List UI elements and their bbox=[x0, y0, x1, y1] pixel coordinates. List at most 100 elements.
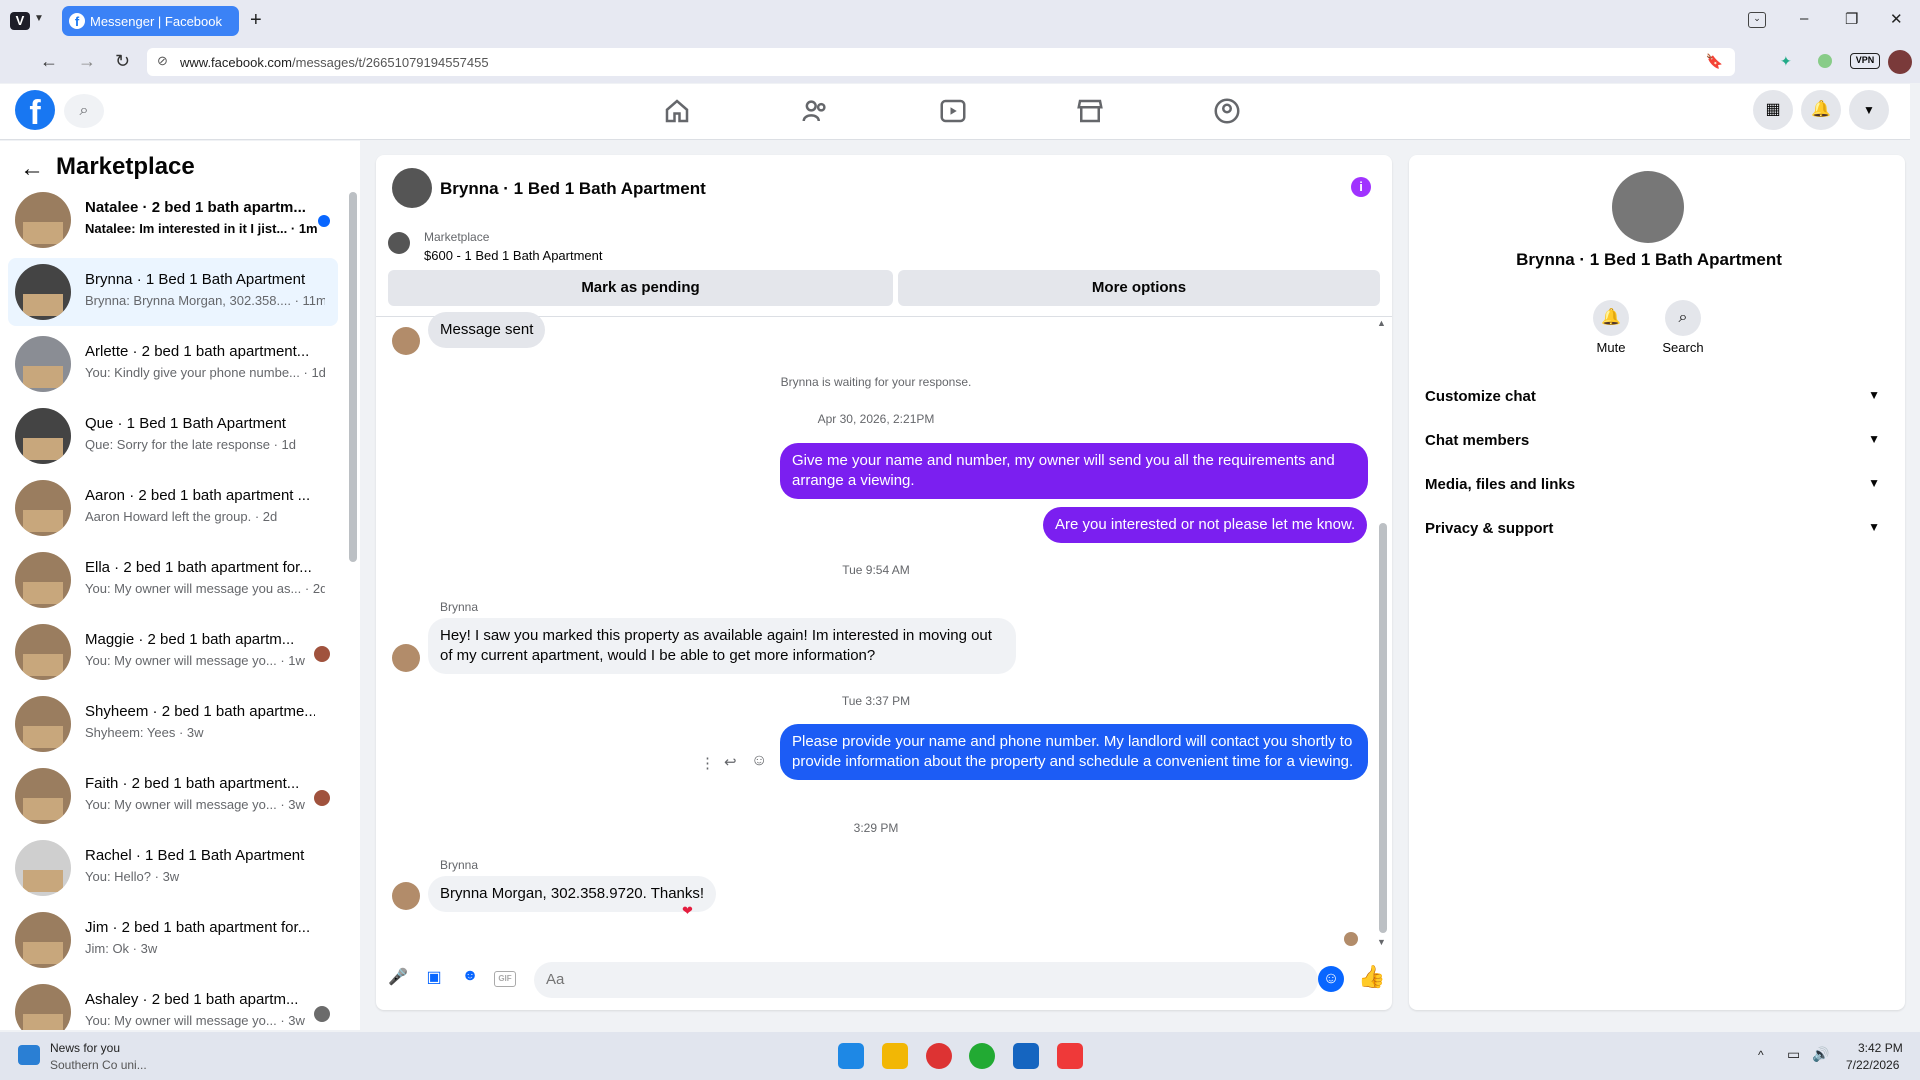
section-media-files-links[interactable]: Media, files and links ▼ bbox=[1425, 476, 1880, 493]
back-icon[interactable]: ← bbox=[40, 51, 58, 72]
extension-dot-icon[interactable] bbox=[1818, 54, 1832, 68]
tab-list-icon[interactable]: ⌄ bbox=[1748, 12, 1766, 28]
home-icon[interactable] bbox=[662, 96, 692, 126]
mark-pending-button[interactable]: Mark as pending bbox=[388, 270, 893, 306]
video-icon[interactable] bbox=[938, 96, 968, 126]
clock-time[interactable]: 3:42 PM bbox=[1858, 1041, 1903, 1055]
image-icon[interactable]: ▣ bbox=[422, 967, 446, 991]
chrome-icon[interactable] bbox=[926, 1043, 952, 1069]
more-actions-icon[interactable]: ⋮ bbox=[700, 754, 715, 772]
listing-avatar bbox=[15, 192, 71, 248]
conversation-item[interactable]: Ella · 2 bed 1 bath apartment for... You… bbox=[8, 546, 338, 614]
conversation-item[interactable]: Maggie · 2 bed 1 bath apartm... You: My … bbox=[8, 618, 338, 686]
back-arrow-icon[interactable]: ← bbox=[20, 155, 44, 183]
conversation-item[interactable]: Rachel · 1 Bed 1 Bath Apartment You: Hel… bbox=[8, 834, 338, 902]
outgoing-message[interactable]: Are you interested or not please let me … bbox=[1043, 507, 1368, 543]
seen-avatar bbox=[314, 646, 330, 662]
windows-start-icon[interactable] bbox=[838, 1043, 864, 1069]
details-avatar[interactable] bbox=[1612, 171, 1684, 243]
conversation-item[interactable]: Faith · 2 bed 1 bath apartment... You: M… bbox=[8, 762, 338, 830]
groups-icon[interactable] bbox=[1212, 96, 1242, 126]
scroll-down-icon[interactable]: ▼ bbox=[1377, 937, 1386, 947]
vivaldi-taskbar-icon[interactable] bbox=[1057, 1043, 1083, 1069]
gif-icon[interactable]: GIF bbox=[494, 971, 516, 987]
clock-date[interactable]: 7/22/2026 bbox=[1846, 1058, 1899, 1072]
facebook-logo-icon[interactable]: f bbox=[15, 90, 55, 132]
conversation-item[interactable]: Ashaley · 2 bed 1 bath apartm... You: My… bbox=[8, 978, 338, 1030]
notepad-icon[interactable] bbox=[1013, 1043, 1039, 1069]
more-options-button[interactable]: More options bbox=[898, 270, 1380, 306]
listing-price[interactable]: $600 - 1 Bed 1 Bath Apartment bbox=[424, 248, 603, 263]
mute-icon[interactable]: 🔔 bbox=[1593, 300, 1629, 336]
listing-avatar bbox=[15, 696, 71, 752]
reload-icon[interactable]: ↻ bbox=[115, 51, 130, 72]
notifications-icon[interactable]: 🔔 bbox=[1801, 90, 1841, 130]
volume-icon[interactable]: 🔊 bbox=[1812, 1046, 1829, 1063]
seen-avatar bbox=[1344, 932, 1358, 946]
listing-avatar bbox=[15, 480, 71, 536]
chevron-down-icon: ▼ bbox=[1868, 520, 1880, 534]
marketplace-icon[interactable] bbox=[1075, 96, 1105, 126]
browser-tab[interactable]: f Messenger | Facebook bbox=[62, 6, 239, 36]
section-customize-chat[interactable]: Customize chat ▼ bbox=[1425, 388, 1880, 405]
search-icon[interactable]: ⌕ bbox=[1665, 300, 1701, 336]
account-menu-icon[interactable]: ▼ bbox=[1849, 90, 1889, 130]
conversation-name: Jim · 2 bed 1 bath apartment for... bbox=[85, 919, 311, 936]
sticker-icon[interactable]: ☻ bbox=[458, 967, 482, 991]
waiting-notice: Brynna is waiting for your response. bbox=[780, 375, 972, 389]
outgoing-message[interactable]: Please provide your name and phone numbe… bbox=[780, 724, 1368, 780]
chat-title[interactable]: Brynna · 1 Bed 1 Bath Apartment bbox=[440, 179, 706, 199]
conversation-name: Brynna · 1 Bed 1 Bath Apartment bbox=[85, 271, 306, 288]
section-privacy-support[interactable]: Privacy & support ▼ bbox=[1425, 520, 1880, 537]
extension-icon[interactable]: ✦ bbox=[1780, 53, 1792, 70]
forward-icon[interactable]: → bbox=[78, 51, 96, 72]
heart-reaction-icon[interactable]: ❤ bbox=[682, 903, 693, 919]
vivaldi-menu-icon[interactable]: V bbox=[10, 12, 30, 30]
message-input-container[interactable] bbox=[534, 962, 1318, 998]
message-input[interactable] bbox=[546, 971, 1246, 988]
news-title[interactable]: News for you bbox=[50, 1041, 120, 1055]
reply-icon[interactable]: ↩ bbox=[724, 753, 737, 771]
incoming-message[interactable]: Brynna Morgan, 302.358.9720. Thanks! bbox=[428, 876, 717, 912]
tray-chevron-icon[interactable]: ^ bbox=[1758, 1048, 1764, 1062]
menu-grid-icon[interactable]: ▦ bbox=[1753, 90, 1793, 130]
emoji-icon[interactable]: ☺ bbox=[1318, 966, 1344, 992]
conversation-item-active[interactable]: Brynna · 1 Bed 1 Bath Apartment Brynna: … bbox=[8, 258, 338, 326]
profile-avatar[interactable] bbox=[1888, 50, 1912, 74]
sidebar-scrollbar[interactable] bbox=[349, 192, 357, 562]
search-icon[interactable]: ⌕ bbox=[64, 94, 104, 128]
react-icon[interactable]: ☺ bbox=[751, 752, 767, 770]
vpn-icon[interactable]: VPN bbox=[1850, 53, 1880, 69]
scroll-up-icon[interactable]: ▲ bbox=[1377, 318, 1386, 328]
conversation-item[interactable]: Arlette · 2 bed 1 bath apartment... You:… bbox=[8, 330, 338, 398]
close-button[interactable]: ✕ bbox=[1890, 10, 1903, 28]
info-icon[interactable]: i bbox=[1351, 177, 1371, 197]
network-icon[interactable]: ▭ bbox=[1787, 1046, 1800, 1063]
file-explorer-icon[interactable] bbox=[882, 1043, 908, 1069]
incoming-message[interactable]: Hey! I saw you marked this property as a… bbox=[428, 618, 1016, 674]
chrome-profile-icon[interactable] bbox=[969, 1043, 995, 1069]
like-icon[interactable]: 👍 bbox=[1358, 964, 1385, 989]
bookmark-icon[interactable]: 🔖 bbox=[1706, 53, 1723, 70]
news-widget-icon[interactable] bbox=[18, 1045, 40, 1065]
conversation-preview: Brynna: Brynna Morgan, 302.358.... · 11m bbox=[85, 293, 325, 308]
chat-scrollbar[interactable] bbox=[1379, 523, 1387, 933]
new-tab-button[interactable]: + bbox=[250, 9, 262, 32]
friends-icon[interactable] bbox=[800, 96, 830, 126]
address-bar[interactable]: ⊘ www.facebook.com/messages/t/2665107919… bbox=[147, 48, 1735, 76]
message-sent-notice: Message sent bbox=[428, 312, 546, 348]
microphone-icon[interactable]: 🎤 bbox=[386, 967, 410, 991]
site-info-icon[interactable]: ⊘ bbox=[157, 53, 168, 69]
conversation-item[interactable]: Aaron · 2 bed 1 bath apartment ... Aaron… bbox=[8, 474, 338, 542]
section-chat-members[interactable]: Chat members ▼ bbox=[1425, 432, 1880, 449]
conversation-item[interactable]: Natalee · 2 bed 1 bath apartm... Natalee… bbox=[8, 186, 338, 254]
restore-button[interactable]: ❐ bbox=[1845, 10, 1858, 28]
minimize-button[interactable]: – bbox=[1800, 10, 1808, 27]
chevron-down-icon[interactable]: ▼ bbox=[34, 13, 44, 24]
conversation-item[interactable]: Que · 1 Bed 1 Bath Apartment Que: Sorry … bbox=[8, 402, 338, 470]
chat-avatar[interactable] bbox=[392, 168, 432, 208]
outgoing-message[interactable]: Give me your name and number, my owner w… bbox=[780, 443, 1368, 499]
conversation-item[interactable]: Shyheem · 2 bed 1 bath apartme... Shyhee… bbox=[8, 690, 338, 758]
listing-avatar bbox=[15, 264, 71, 320]
conversation-item[interactable]: Jim · 2 bed 1 bath apartment for... Jim:… bbox=[8, 906, 338, 974]
